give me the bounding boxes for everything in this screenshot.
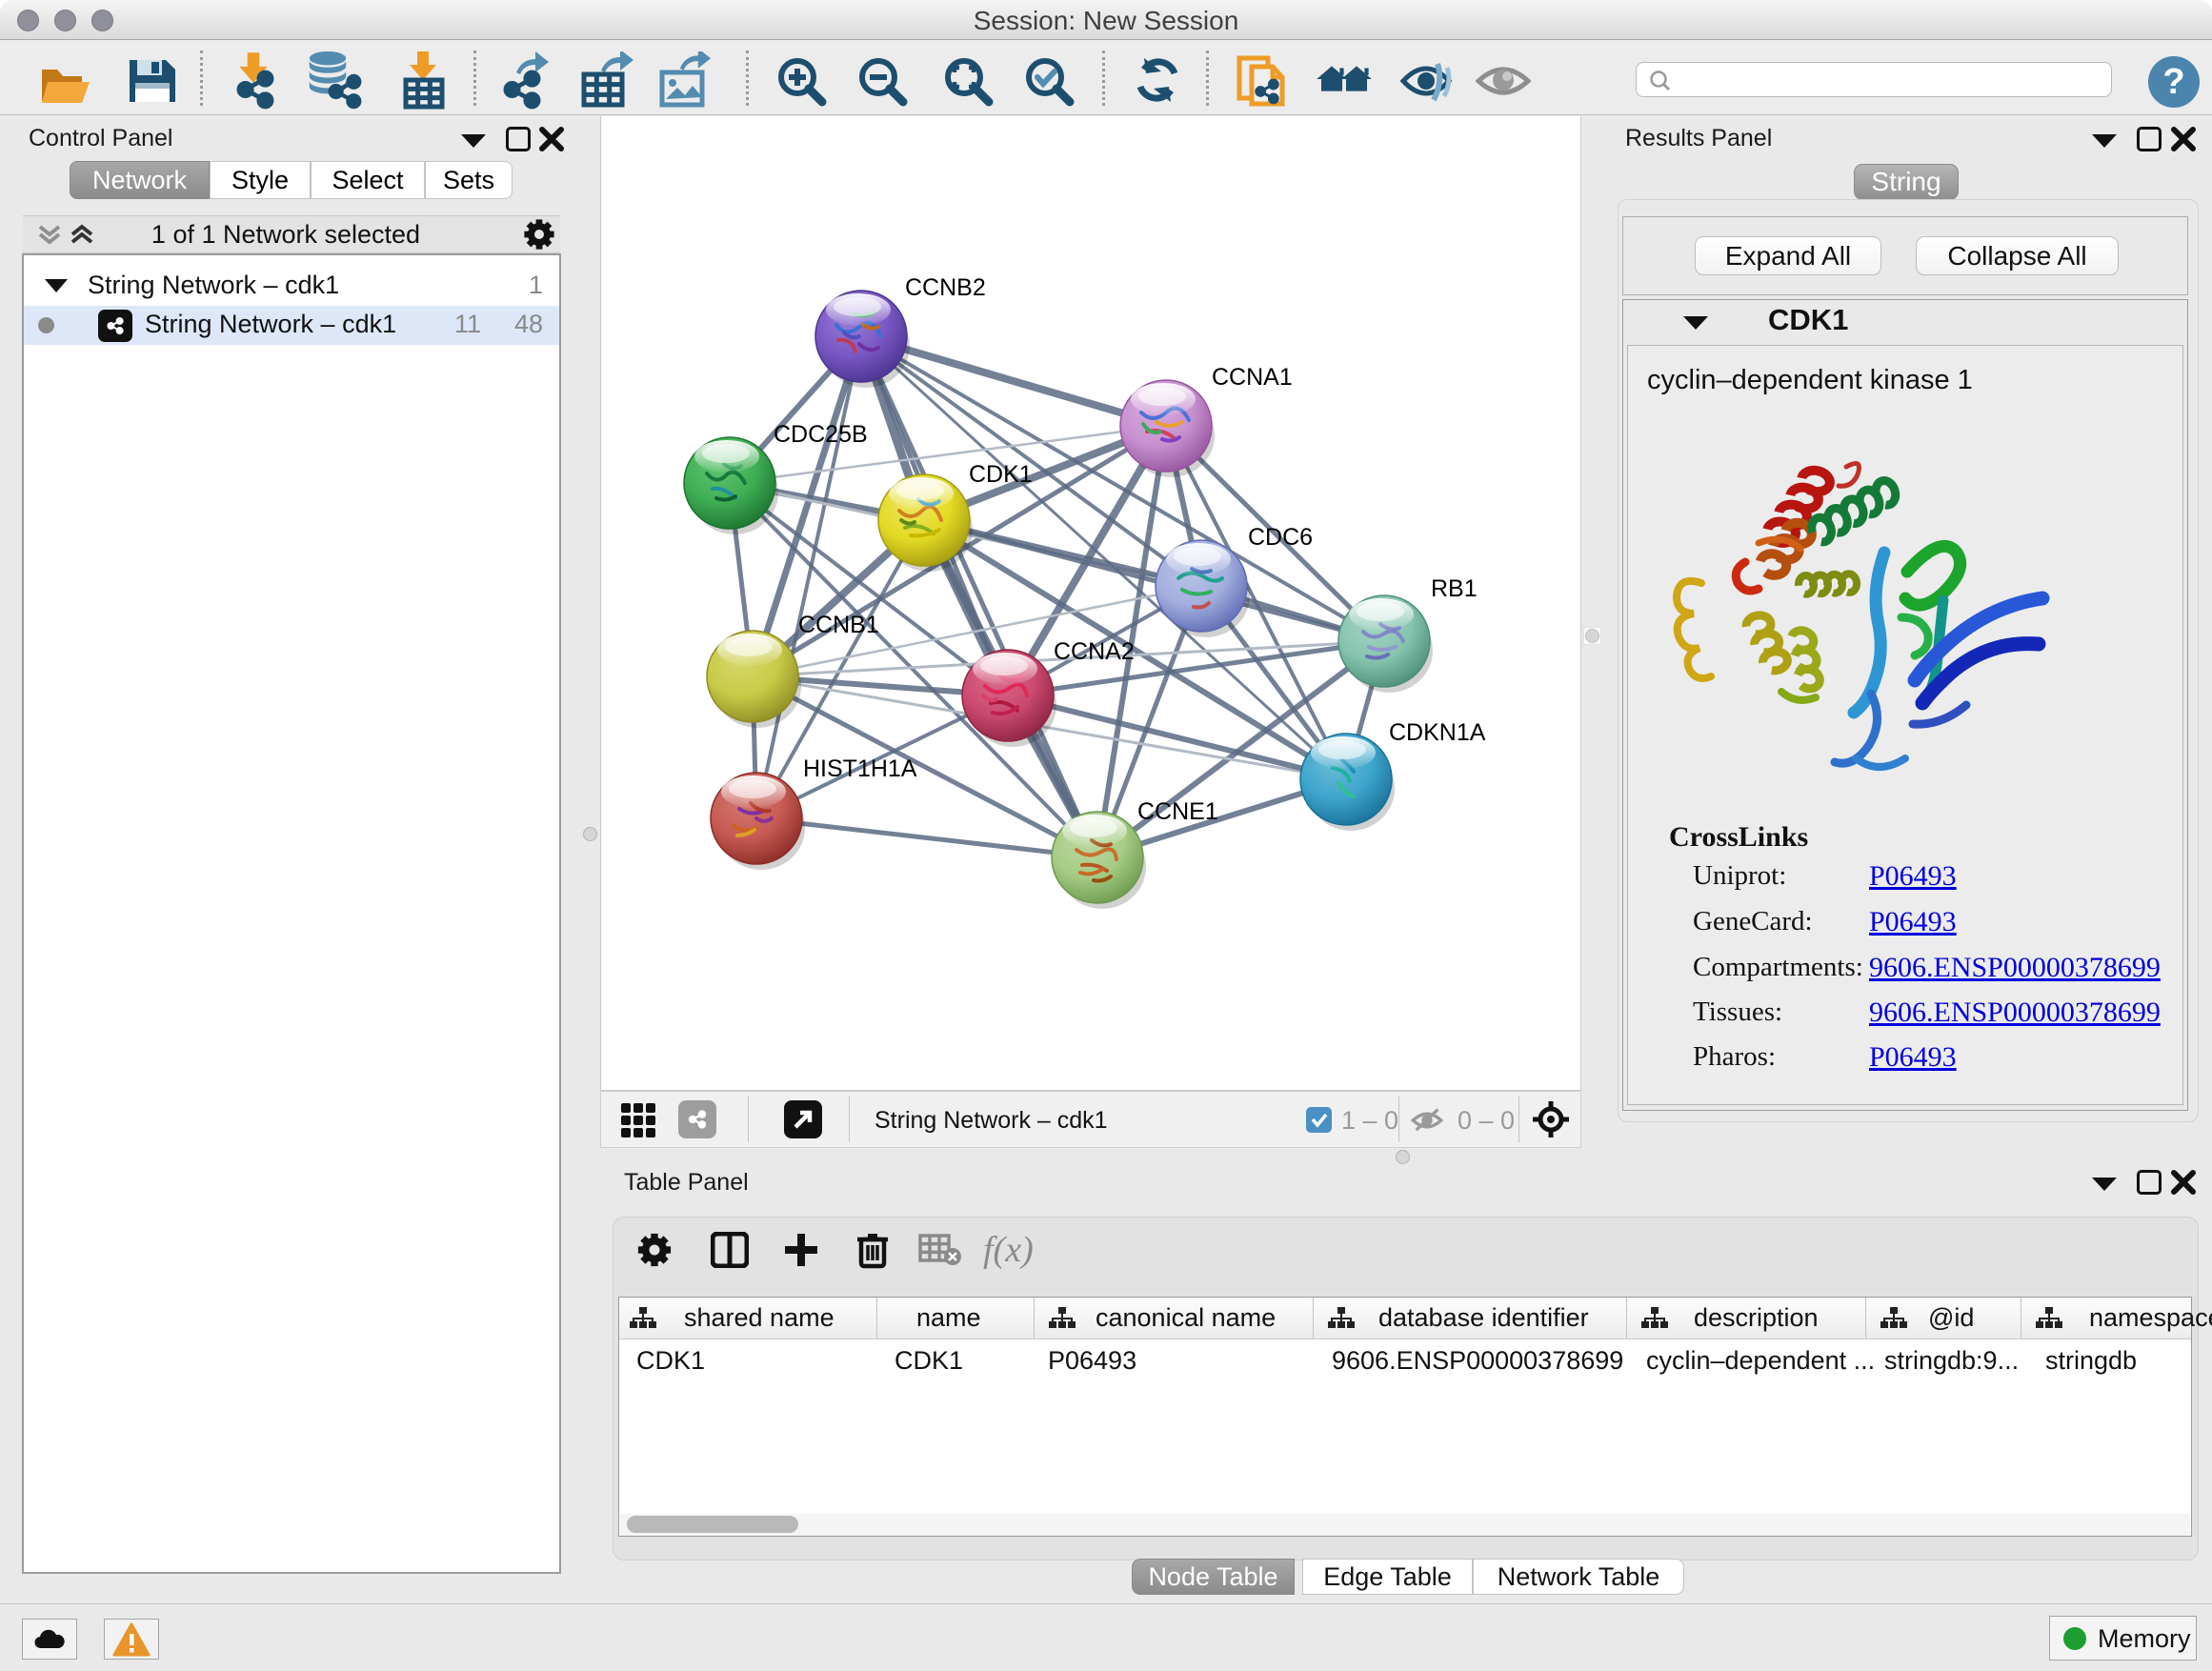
svg-text:CCNA1: CCNA1	[1212, 364, 1293, 391]
svg-text:CCNB2: CCNB2	[905, 274, 986, 301]
svg-text:CCNE1: CCNE1	[1137, 798, 1218, 825]
svg-text:CDK1: CDK1	[969, 461, 1033, 488]
svg-text:CCNB1: CCNB1	[798, 612, 879, 638]
svg-text:CDKN1A: CDKN1A	[1389, 719, 1486, 746]
svg-text:CDC25B: CDC25B	[774, 421, 868, 448]
svg-text:CCNA2: CCNA2	[1054, 638, 1135, 665]
svg-text:CDC6: CDC6	[1248, 524, 1313, 551]
svg-text:RB1: RB1	[1431, 575, 1478, 602]
svg-text:HIST1H1A: HIST1H1A	[803, 755, 917, 782]
